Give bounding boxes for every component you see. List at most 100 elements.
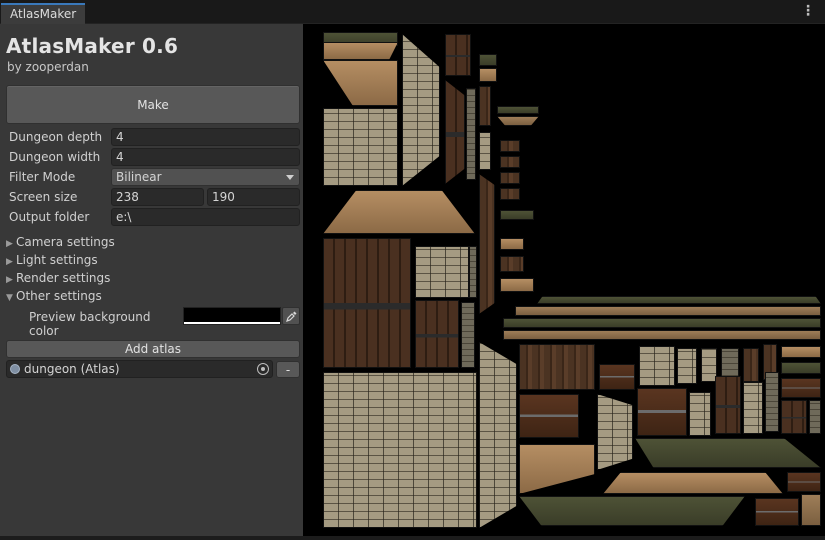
- atlas-tile: [787, 472, 821, 492]
- atlas-tile: [515, 306, 821, 316]
- atlas-tile: [415, 246, 469, 298]
- atlas-tile: [689, 392, 711, 436]
- atlas-tile: [781, 400, 807, 434]
- atlas-tile: [445, 34, 471, 76]
- atlas-tile: [415, 300, 459, 368]
- atlas-tile: [469, 246, 477, 298]
- target-icon[interactable]: [257, 363, 269, 375]
- atlas-tile: [323, 238, 411, 368]
- atlas-asset-icon: [10, 364, 20, 374]
- foldout-other-settings[interactable]: ▼ Other settings: [6, 289, 102, 305]
- foldout-label: Render settings: [16, 271, 111, 285]
- output-folder-row: Output folder e:\: [9, 208, 300, 226]
- atlas-tile: [500, 278, 534, 292]
- atlas-tile: [637, 388, 687, 436]
- preview-bg-color-swatch[interactable]: [183, 307, 281, 325]
- atlas-tile: [479, 68, 497, 82]
- triangle-right-icon: ▶: [6, 239, 13, 249]
- atlas-tile: [765, 372, 779, 432]
- dungeon-depth-row: Dungeon depth 4: [9, 128, 300, 146]
- make-button[interactable]: Make: [6, 85, 300, 124]
- screen-size-row: Screen size 238 190: [9, 188, 300, 206]
- dungeon-depth-input[interactable]: 4: [111, 128, 300, 146]
- atlas-tile: [497, 106, 539, 114]
- filter-mode-label: Filter Mode: [9, 170, 76, 184]
- window-tab-bar: AtlasMaker ⋮: [0, 0, 825, 24]
- atlas-tile: [599, 364, 635, 390]
- atlas-tile: [635, 438, 821, 468]
- more-options-icon[interactable]: ⋮: [801, 4, 815, 18]
- atlas-tile: [500, 156, 520, 168]
- author-label: by zooperdan: [7, 60, 89, 74]
- tab-atlasmaker[interactable]: AtlasMaker: [1, 3, 86, 24]
- atlas-tile: [503, 318, 821, 328]
- atlas-tile: [755, 498, 799, 526]
- atlas-tile: [801, 494, 821, 526]
- atlas-tile: [519, 394, 579, 438]
- atlas-tile: [445, 80, 465, 184]
- atlas-tile: [500, 210, 534, 220]
- atlas-tile: [479, 86, 491, 126]
- atlas-tile: [597, 394, 633, 470]
- page-title: AtlasMaker 0.6: [6, 34, 179, 58]
- remove-atlas-button[interactable]: -: [276, 361, 300, 378]
- atlas-tile: [479, 54, 497, 66]
- atlas-tile: [603, 472, 783, 494]
- atlas-object-value: dungeon (Atlas): [24, 362, 120, 376]
- dungeon-width-input[interactable]: 4: [111, 148, 300, 166]
- foldout-label: Light settings: [16, 253, 98, 267]
- atlas-tile: [479, 174, 495, 314]
- atlas-tile: [500, 238, 524, 250]
- atlas-tile: [519, 444, 595, 494]
- atlas-tile: [461, 302, 475, 368]
- atlas-tile: [323, 42, 398, 60]
- foldout-render-settings[interactable]: ▶ Render settings: [6, 271, 110, 287]
- triangle-down-icon: ▼: [6, 293, 13, 303]
- foldout-light-settings[interactable]: ▶ Light settings: [6, 253, 98, 269]
- atlas-tile: [503, 330, 821, 340]
- atlas-tile: [479, 132, 491, 170]
- atlas-tile: [497, 116, 539, 126]
- filter-mode-dropdown[interactable]: Bilinear: [111, 168, 300, 186]
- atlas-tile: [781, 346, 821, 358]
- atlas-tile: [639, 346, 675, 386]
- foldout-camera-settings[interactable]: ▶ Camera settings: [6, 235, 115, 251]
- screen-size-y-input[interactable]: 190: [207, 188, 300, 206]
- atlas-tile: [323, 60, 398, 106]
- preview-bg-label: Preview background color: [29, 310, 151, 338]
- screen-size-x-input[interactable]: 238: [111, 188, 204, 206]
- foldout-label: Other settings: [16, 289, 102, 303]
- filter-mode-row: Filter Mode Bilinear: [9, 168, 300, 186]
- output-folder-label: Output folder: [9, 210, 90, 224]
- alpha-bar: [184, 322, 280, 324]
- settings-panel: AtlasMaker 0.6 by zooperdan Make Dungeon…: [0, 24, 303, 536]
- atlas-tile: [715, 376, 741, 434]
- atlas-tile: [402, 34, 440, 186]
- atlas-preview: [303, 24, 825, 536]
- atlas-tile: [677, 348, 697, 384]
- atlas-tile: [519, 496, 745, 526]
- dungeon-width-label: Dungeon width: [9, 150, 101, 164]
- chevron-down-icon: [286, 175, 294, 180]
- atlas-tile: [537, 296, 821, 304]
- preview-bg-row: Preview background color: [29, 308, 179, 338]
- output-folder-input[interactable]: e:\: [111, 208, 300, 226]
- atlas-tile: [809, 400, 821, 434]
- atlas-tile: [500, 140, 520, 152]
- atlas-tile: [500, 256, 524, 272]
- atlas-tile: [479, 342, 517, 528]
- atlas-tile: [743, 348, 759, 382]
- atlas-tile: [781, 378, 821, 398]
- foldout-label: Camera settings: [16, 235, 115, 249]
- triangle-right-icon: ▶: [6, 275, 13, 285]
- atlas-tile: [323, 108, 398, 186]
- add-atlas-button[interactable]: Add atlas: [6, 340, 300, 358]
- atlas-object-field[interactable]: dungeon (Atlas): [6, 360, 273, 378]
- atlas-tile: [519, 344, 595, 390]
- screen-size-label: Screen size: [9, 190, 78, 204]
- atlas-tile: [500, 172, 520, 184]
- atlas-tile: [781, 362, 821, 374]
- atlas-tile: [323, 372, 477, 528]
- atlas-tile: [743, 382, 763, 434]
- eyedropper-button[interactable]: [282, 307, 300, 325]
